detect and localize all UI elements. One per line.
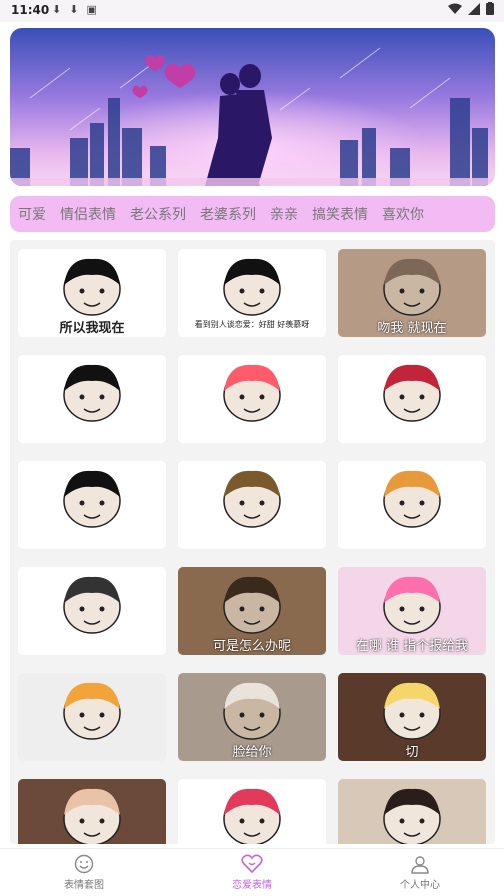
sticker-tile[interactable] [338, 355, 486, 443]
sticker-tile[interactable] [338, 779, 486, 844]
category-item[interactable]: 情侣表情 [60, 204, 116, 224]
sticker-image [383, 470, 441, 528]
sticker-image [63, 576, 121, 634]
sticker-image [63, 364, 121, 422]
sticker-tile[interactable] [18, 355, 166, 443]
sticker-tile[interactable] [178, 461, 326, 549]
sticker-caption: 吻我 就现在 [377, 321, 447, 336]
sticker-tile[interactable] [18, 673, 166, 761]
sticker-caption: 切 [405, 745, 419, 760]
bottom-navigation: 表情套图 恋爱表情 个人中心 [0, 848, 504, 896]
sticker-image [223, 364, 281, 422]
tab-profile[interactable]: 个人中心 [336, 849, 504, 896]
tab-label: 恋爱表情 [232, 880, 272, 891]
category-item[interactable]: 亲亲 [270, 204, 298, 224]
sticker-image [383, 788, 441, 844]
sticker-caption: 所以我现在 [59, 321, 125, 336]
sticker-image [63, 788, 121, 844]
sticker-tile[interactable]: 在哪 谁 指个报给我 [338, 567, 486, 655]
sticker-image [223, 788, 281, 844]
category-item[interactable]: 搞笑表情 [312, 204, 368, 224]
sticker-tile[interactable]: 脸给你 [178, 673, 326, 761]
tab-label: 个人中心 [400, 880, 440, 891]
status-time: 11:40 [11, 3, 50, 17]
sticker-tile[interactable] [178, 355, 326, 443]
sticker-caption: 在哪 谁 指个报给我 [355, 639, 469, 654]
sticker-tile[interactable] [18, 567, 166, 655]
category-item[interactable]: 喜欢你 [382, 204, 424, 224]
banner-image[interactable] [10, 28, 495, 186]
sticker-image [383, 364, 441, 422]
tab-love-stickers[interactable]: 恋爱表情 [168, 849, 336, 896]
category-item[interactable]: 老公系列 [130, 204, 186, 224]
sticker-tile[interactable] [338, 461, 486, 549]
wifi-icon [448, 3, 462, 14]
user-icon [411, 856, 429, 874]
category-item[interactable]: 可爱 [18, 204, 46, 224]
sticker-tile[interactable]: 吻我 就现在 [338, 249, 486, 337]
sticker-caption: 脸给你 [232, 745, 272, 760]
sticker-image [63, 682, 121, 740]
smile-icon [74, 854, 94, 874]
sticker-tile[interactable] [18, 779, 166, 844]
sticker-tile[interactable] [178, 779, 326, 844]
category-tabs: 可爱 情侣表情 老公系列 老婆系列 亲亲 搞笑表情 喜欢你 [10, 196, 495, 232]
sticker-tile[interactable]: 所以我现在 [18, 249, 166, 337]
sticker-caption: 可是怎么办呢 [212, 639, 291, 654]
sticker-caption: 看到别人谈恋爱：好甜 好羡慕呀 [194, 320, 310, 329]
tab-sticker-sets[interactable]: 表情套图 [0, 849, 168, 896]
download-icon: ⬇ [52, 3, 62, 16]
tab-label: 表情套图 [64, 880, 104, 891]
category-item[interactable]: 老婆系列 [200, 204, 256, 224]
download-icon: ⬇ [69, 3, 79, 16]
sticker-tile[interactable] [18, 461, 166, 549]
romantic-couple-illustration [10, 28, 495, 186]
battery-icon [486, 2, 494, 15]
status-bar: 11:40 ⬇ ⬇ ▣ [0, 0, 504, 22]
sticker-grid: 所以我现在 看到别人谈恋爱：好甜 好羡慕呀 吻我 就现在可是怎么办呢 在哪 谁 指个报… [10, 240, 495, 844]
sticker-tile[interactable]: 看到别人谈恋爱：好甜 好羡慕呀 [178, 249, 326, 337]
sticker-tile[interactable]: 可是怎么办呢 [178, 567, 326, 655]
sticker-image [223, 470, 281, 528]
heart-icon [241, 854, 263, 874]
sticker-tile[interactable]: 切 [338, 673, 486, 761]
signal-icon [468, 2, 480, 15]
app-notification-icon: ▣ [86, 3, 97, 16]
sticker-image [63, 470, 121, 528]
